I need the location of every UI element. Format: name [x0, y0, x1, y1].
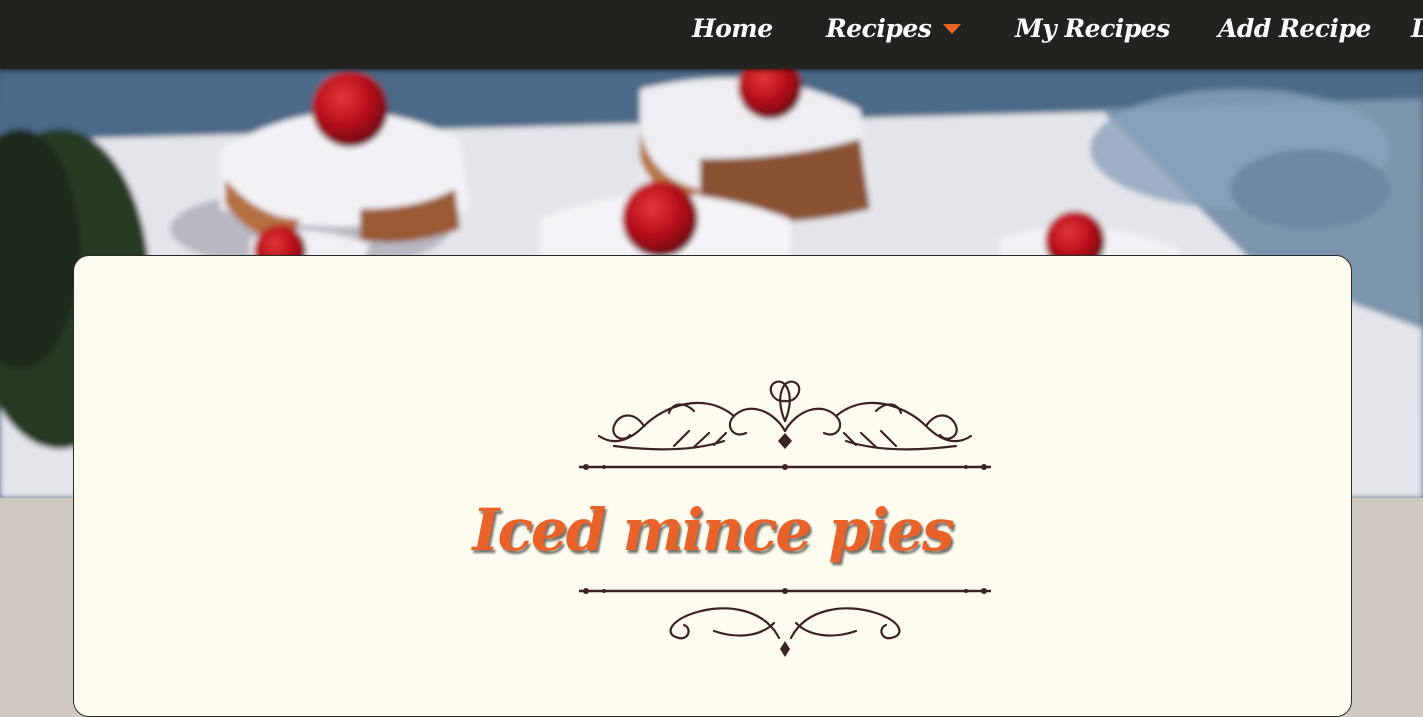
top-navbar: Home Recipes My Recipes Add Recipe L	[0, 0, 1423, 69]
nav-recipes-dropdown[interactable]: Recipes	[826, 14, 962, 43]
bottom-flourish-ornament	[579, 588, 991, 657]
nav-my-recipes-link[interactable]: My Recipes	[1015, 14, 1170, 43]
nav-overflow-link[interactable]: L	[1411, 14, 1423, 43]
caret-down-icon	[943, 23, 962, 34]
nav-add-recipe-link[interactable]: Add Recipe	[1218, 14, 1371, 43]
nav-home-link[interactable]: Home	[692, 14, 773, 43]
recipe-title: Iced mince pies	[472, 496, 954, 564]
nav-recipes-label: Recipes	[826, 14, 932, 43]
top-flourish-ornament	[579, 380, 991, 470]
recipe-card: Iced mince pies	[73, 255, 1352, 717]
